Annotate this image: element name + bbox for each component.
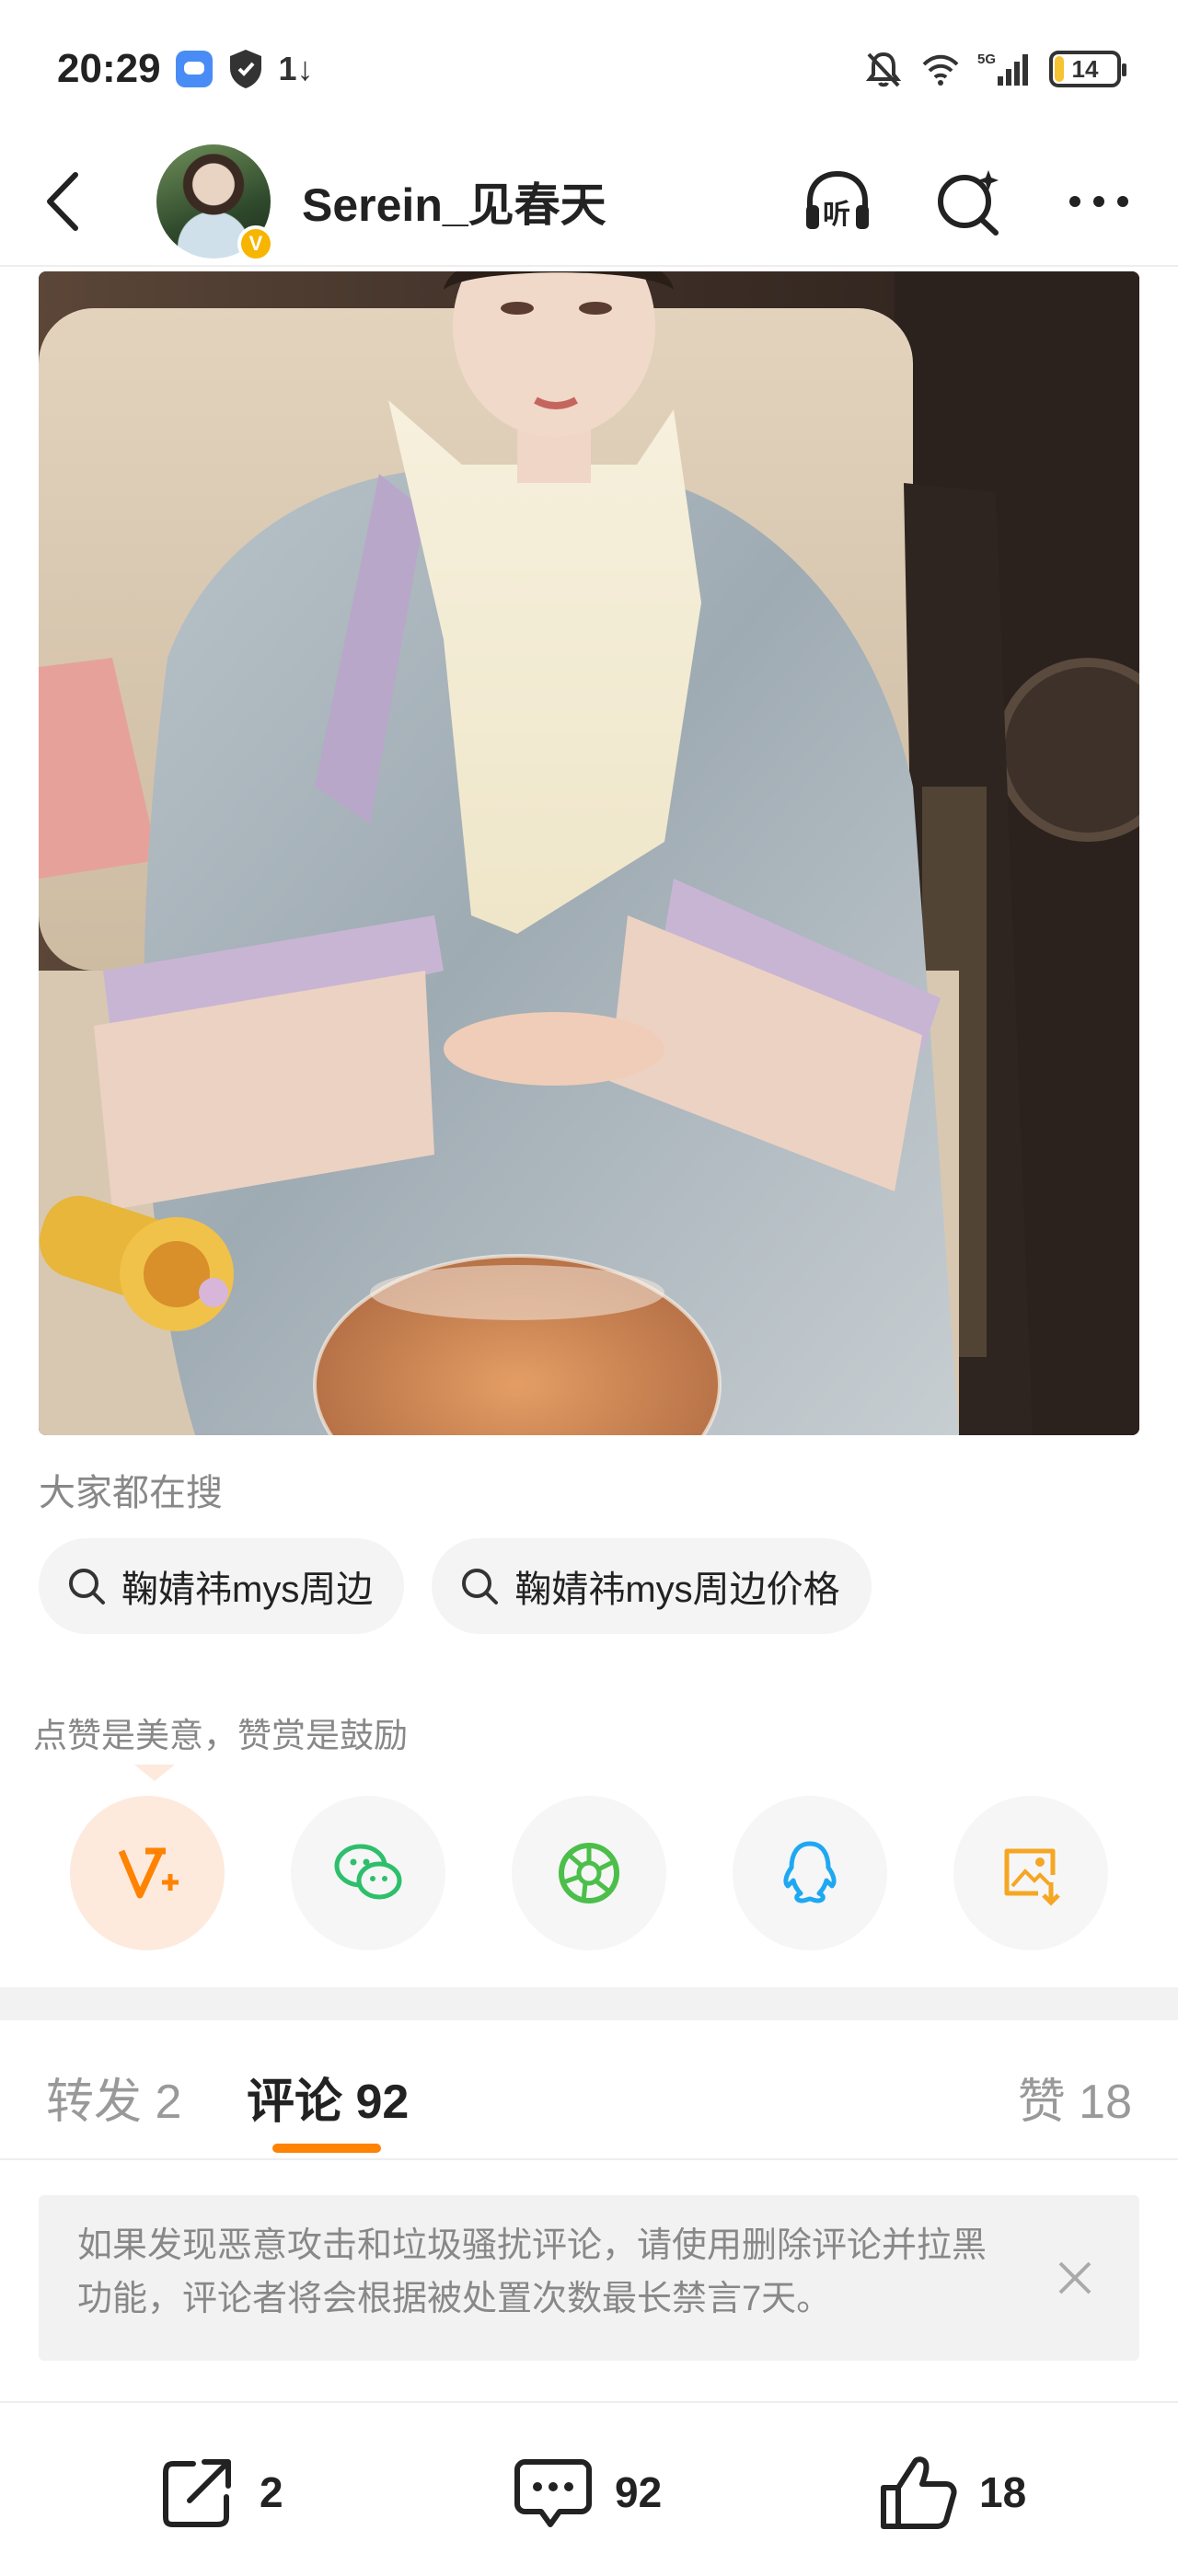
share-wechat-button[interactable] (291, 1796, 445, 1950)
comment-bubble-icon (514, 2459, 592, 2527)
signal-5g-icon: 5G (977, 52, 1028, 86)
post-photo-illustration (39, 271, 1139, 1435)
interaction-tabs: 转发 2 评论 92 赞 18 (0, 2020, 1178, 2160)
status-bar: 20:29 1↓ 5G 14 (0, 0, 1178, 138)
share-arrow-icon (163, 2459, 231, 2527)
search-icon (69, 1569, 105, 1604)
more-dots-icon[interactable] (1062, 165, 1136, 238)
weibo-post-detail-page: 20:29 1↓ 5G 14 V Serein_见春天 听 大家都在搜 鞠婧祎m… (0, 0, 1178, 2576)
tab-repost[interactable]: 转发 2 (46, 2063, 181, 2132)
hot-search-chip[interactable]: 鞠婧祎mys周边价格 (432, 1538, 872, 1634)
post-image[interactable] (39, 271, 1139, 1435)
like-button[interactable]: 18 (876, 2451, 1026, 2534)
hot-search-chips: 鞠婧祎mys周边 鞠婧祎mys周边价格 (39, 1538, 872, 1634)
battery-indicator: 14 (1049, 51, 1126, 87)
network-type-label: 5G (977, 52, 996, 67)
hot-search-chip[interactable]: 鞠婧祎mys周边 (39, 1538, 405, 1634)
comment-notice: 如果发现恶意攻击和垃圾骚扰评论，请使用删除评论并拉黑功能，评论者将会根据被处置次… (39, 2195, 1139, 2361)
like-count: 18 (979, 2468, 1027, 2516)
share-row (70, 1796, 1108, 1950)
reward-prompt: 点赞是美意，赞赏是鼓励 (33, 1717, 408, 1754)
comment-notice-text: 如果发现恶意攻击和垃圾骚扰评论，请使用删除评论并拉黑功能，评论者将会根据被处置次… (77, 2226, 987, 2318)
battery-level: 14 (1071, 54, 1099, 83)
qq-icon (783, 1841, 837, 1903)
section-divider (0, 1987, 1178, 2020)
save-image-button[interactable] (953, 1796, 1108, 1950)
comment-button[interactable]: 92 (512, 2451, 662, 2534)
wechat-icon (334, 1844, 402, 1900)
message-app-icon (175, 51, 213, 87)
reward-icon (118, 1847, 179, 1899)
username[interactable]: Serein_见春天 (302, 168, 801, 235)
repost-count: 2 (260, 2468, 283, 2516)
status-left: 20:29 1↓ (57, 46, 314, 92)
search-icon (462, 1569, 499, 1604)
header-actions: 听 (801, 165, 1136, 238)
reward-tooltip-caret (134, 1765, 175, 1781)
comment-count: 92 (615, 2468, 663, 2516)
shield-icon (229, 50, 261, 88)
reward-button[interactable] (70, 1796, 225, 1950)
post-header: V Serein_见春天 听 (0, 138, 1178, 267)
bottom-action-bar: 2 92 18 (0, 2401, 1178, 2576)
status-right: 5G 14 (863, 49, 1126, 89)
active-tab-indicator (272, 2144, 381, 2153)
tab-likes[interactable]: 赞 18 (1018, 2063, 1132, 2132)
close-icon[interactable] (1047, 2250, 1103, 2306)
search-sparkle-icon[interactable] (931, 165, 1005, 238)
listen-headphones-icon[interactable]: 听 (801, 165, 874, 238)
mute-bell-icon (865, 52, 902, 87)
moments-icon (559, 1843, 619, 1903)
listen-label: 听 (823, 199, 850, 231)
hot-search-chip-label: 鞠婧祎mys周边 (121, 1570, 374, 1610)
back-arrow-icon[interactable] (42, 169, 83, 234)
save-image-icon (1004, 1848, 1060, 1906)
thumbs-up-icon (881, 2456, 957, 2529)
avatar[interactable]: V (156, 144, 274, 262)
share-moments-button[interactable] (512, 1796, 666, 1950)
verified-badge: V (237, 225, 274, 262)
wifi-icon (922, 54, 959, 86)
data-arrows-indicator: 1↓ (278, 50, 314, 87)
hot-search-title: 大家都在搜 (39, 1473, 223, 1513)
status-time: 20:29 (57, 46, 161, 91)
battery-fill (1055, 56, 1064, 82)
share-qq-button[interactable] (733, 1796, 887, 1950)
repost-button[interactable]: 2 (156, 2451, 283, 2534)
hot-search-chip-label: 鞠婧祎mys周边价格 (514, 1570, 840, 1610)
tab-comments[interactable]: 评论 92 (247, 2063, 409, 2132)
